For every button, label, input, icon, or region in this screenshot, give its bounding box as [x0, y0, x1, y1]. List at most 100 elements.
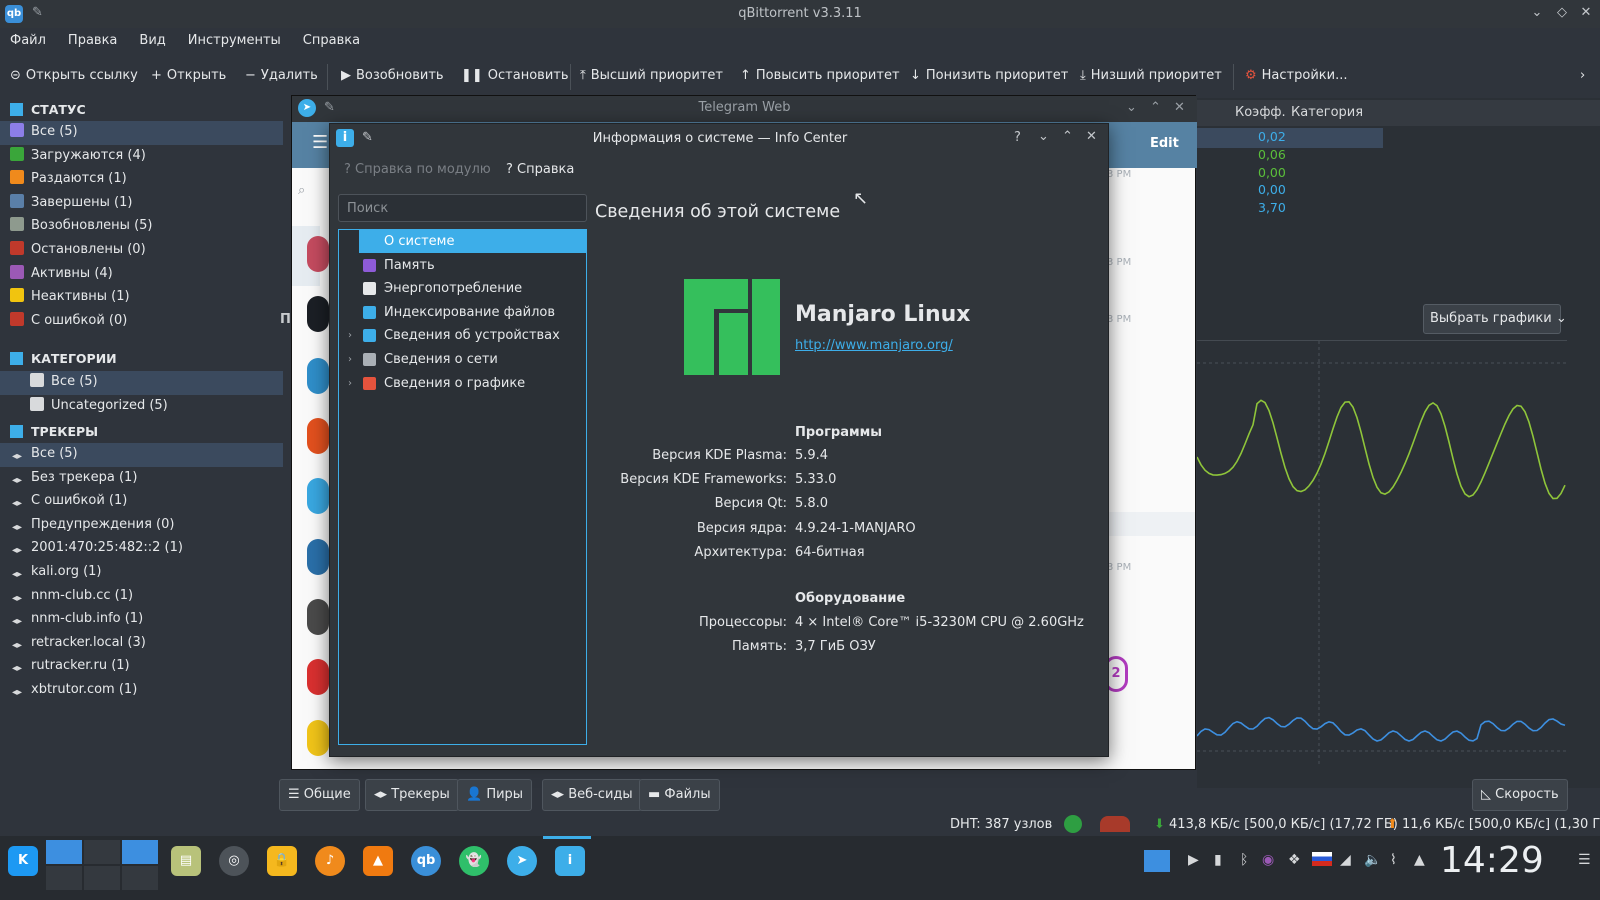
volume-icon[interactable]: 🔈 [1364, 852, 1381, 868]
tree-item[interactable]: › Сведения об устройствах [348, 324, 586, 347]
qbittorrent-taskbar-icon[interactable]: qb [411, 846, 441, 876]
pager-desktop-4[interactable] [46, 866, 82, 890]
distro-url-link[interactable]: http://www.manjaro.org/ [795, 338, 953, 353]
column-category[interactable]: Категория [1291, 105, 1363, 120]
tracker-filter-item[interactable]: ◂▸ Без трекера (1) [0, 467, 283, 491]
speed-tab[interactable]: ◺ Скорость [1472, 779, 1568, 811]
status-filter-item[interactable]: Возобновлены (5) [0, 215, 283, 239]
module-help-button[interactable]: ? Справка по модулю [344, 162, 491, 177]
pause-button[interactable]: ❚❚ Остановить [461, 68, 569, 83]
tab-files[interactable]: ▬ Файлы [639, 779, 720, 811]
chromium-icon[interactable]: ◎ [219, 846, 249, 876]
tracker-filter-item[interactable]: ◂▸ rutracker.ru (1) [0, 655, 283, 679]
open-button[interactable]: + Открыть [151, 68, 226, 83]
status-filter-item[interactable]: Загружаются (4) [0, 145, 283, 169]
tree-item[interactable]: О системе [359, 230, 586, 253]
minimize-icon[interactable]: ⌄ [1528, 5, 1546, 20]
maximize-icon[interactable]: ⌃ [1062, 129, 1073, 144]
menu-tools[interactable]: Инструменты [188, 33, 281, 48]
clipboard-icon[interactable]: ▮ [1214, 852, 1222, 868]
increase-priority-button[interactable]: ↑ Повысить приоритет [740, 68, 900, 83]
pager-desktop-2[interactable] [84, 840, 120, 864]
status-filter-item[interactable]: Остановлены (0) [0, 239, 283, 263]
tracker-filter-item[interactable]: ◂▸ Предупреждения (0) [0, 514, 283, 538]
attachment-icon[interactable]: ⌇ [1390, 852, 1397, 868]
tab-general[interactable]: ☰ Общие [279, 779, 360, 811]
settings-button[interactable]: ⚙ Настройки... [1245, 68, 1347, 83]
decrease-priority-button[interactable]: ↓ Понизить приоритет [910, 68, 1068, 83]
vlc-icon[interactable]: ▲ [363, 846, 393, 876]
telegram-taskbar-icon[interactable]: ➤ [507, 846, 537, 876]
minimize-icon[interactable]: ⌄ [1038, 129, 1049, 144]
search-input[interactable]: Поиск [338, 194, 587, 222]
bottom-priority-button[interactable]: ⤓ Низший приоритет [1080, 68, 1222, 83]
tree-item[interactable]: Память [359, 254, 586, 277]
kde-launcher-icon[interactable]: K [8, 846, 38, 876]
connection-status-icon[interactable] [1064, 815, 1082, 833]
tracker-filter-item[interactable]: ◂▸ nnm-club.cc (1) [0, 585, 283, 609]
menu-view[interactable]: Вид [139, 33, 165, 48]
tracker-filter-item[interactable]: ◂▸ xbtrutor.com (1) [0, 679, 283, 703]
tracker-filter-item[interactable]: ◂▸ kali.org (1) [0, 561, 283, 585]
chevron-right-icon[interactable]: › [348, 348, 352, 371]
tab-peers[interactable]: 👤 Пиры [457, 779, 533, 811]
chevron-right-icon[interactable]: › [348, 372, 352, 395]
menu-icon[interactable]: ☰ [312, 132, 328, 153]
tree-item[interactable]: Энергопотребление [359, 277, 586, 300]
menu-file[interactable]: Файл [10, 33, 46, 48]
tab-trackers[interactable]: ◂▸ Трекеры [365, 779, 459, 811]
viber-icon[interactable]: ◉ [1262, 852, 1274, 868]
menu-help[interactable]: Справка [303, 33, 360, 48]
menu-icon[interactable]: ☰ [1578, 852, 1591, 868]
pager-desktop-6[interactable] [122, 866, 158, 890]
pager-desktop-5[interactable] [84, 866, 120, 890]
help-icon[interactable]: ? [1014, 130, 1021, 145]
dropbox-icon[interactable]: ❖ [1288, 852, 1301, 868]
tracker-filter-item[interactable]: ◂▸ retracker.local (3) [0, 632, 283, 656]
speed-limit-icon[interactable] [1100, 816, 1130, 832]
screen-icon[interactable] [1144, 850, 1170, 872]
close-icon[interactable]: ✕ [1174, 100, 1185, 115]
status-filter-item[interactable]: Активны (4) [0, 263, 283, 287]
help-button[interactable]: ? Справка [506, 162, 574, 177]
edit-button[interactable]: Edit [1150, 136, 1179, 151]
tracker-filter-item[interactable]: ◂▸ 2001:470:25:482::2 (1) [0, 537, 283, 561]
tray-expand-icon[interactable]: ▲ [1414, 852, 1425, 868]
status-filter-item[interactable]: С ошибкой (0) [0, 310, 283, 334]
status-filter-item[interactable]: Завершены (1) [0, 192, 283, 216]
chevron-right-icon[interactable]: › [348, 324, 352, 347]
pager-desktop-1[interactable] [46, 840, 82, 864]
media-player-icon[interactable]: ♪ [315, 846, 345, 876]
menu-edit[interactable]: Правка [68, 33, 117, 48]
clock[interactable]: 14:29 [1440, 840, 1544, 881]
category-uncategorized[interactable]: Uncategorized (5) [0, 395, 283, 419]
minimize-icon[interactable]: ⌄ [1126, 100, 1137, 115]
tree-item[interactable]: Индексирование файлов [359, 301, 586, 324]
status-filter-item[interactable]: Неактивны (1) [0, 286, 283, 310]
toolbar-overflow-icon[interactable]: › [1580, 68, 1585, 83]
close-icon[interactable]: ✕ [1086, 129, 1097, 144]
status-filter-item[interactable]: Раздаются (1) [0, 168, 283, 192]
top-priority-button[interactable]: ⤒ Высший приоритет [580, 68, 723, 83]
column-ratio[interactable]: Коэфф. [1235, 105, 1286, 120]
file-manager-icon[interactable]: ▤ [171, 846, 201, 876]
keepass-icon[interactable]: 🔒 [267, 846, 297, 876]
close-icon[interactable]: ✕ [1577, 5, 1595, 20]
maximize-icon[interactable]: ⌃ [1150, 100, 1161, 115]
keyboard-layout-flag-icon[interactable] [1312, 852, 1332, 866]
tracker-filter-item[interactable]: ◂▸ Все (5) [0, 443, 283, 467]
resume-button[interactable]: ▶ Возобновить [341, 68, 444, 83]
tab-webseeds[interactable]: ◂▸ Веб-сиды [542, 779, 642, 811]
bluetooth-icon[interactable]: ᛒ [1240, 852, 1248, 868]
info-center-taskbar-icon[interactable]: i [555, 846, 585, 876]
wifi-icon[interactable]: ◢ [1340, 852, 1351, 868]
delete-button[interactable]: − Удалить [245, 68, 318, 83]
category-all[interactable]: Все (5) [0, 371, 283, 395]
ghost-app-icon[interactable]: 👻 [459, 846, 489, 876]
tree-item[interactable]: › Сведения о сети [348, 348, 586, 371]
pager-desktop-3[interactable] [122, 840, 158, 864]
status-filter-item[interactable]: Все (5) [0, 121, 283, 145]
search-icon[interactable]: ⌕ [298, 183, 305, 198]
maximize-icon[interactable]: ◇ [1553, 5, 1571, 20]
tracker-filter-item[interactable]: ◂▸ С ошибкой (1) [0, 490, 283, 514]
